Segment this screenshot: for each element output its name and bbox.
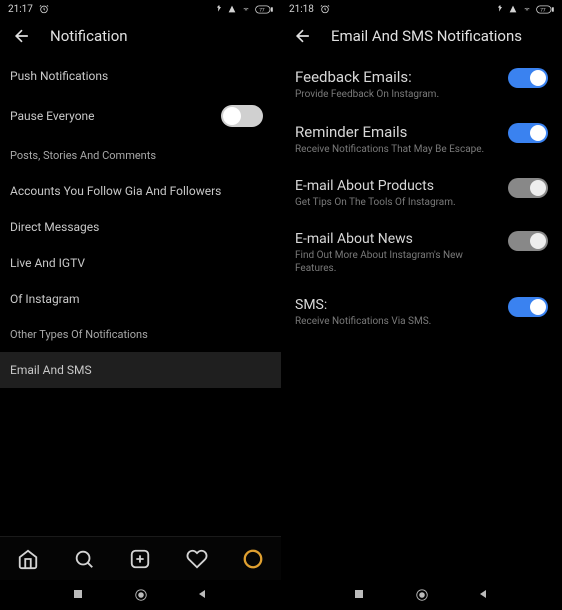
activity-icon[interactable]: [186, 548, 208, 570]
app-bottom-nav: [0, 536, 281, 580]
menu-pause-everyone[interactable]: Pause Everyone: [0, 94, 281, 138]
back-button[interactable]: [12, 26, 32, 46]
setting-desc: Receive Notifications Via SMS.: [295, 315, 498, 328]
email-products-toggle[interactable]: [508, 178, 548, 198]
status-time: 21:17: [8, 4, 33, 15]
status-icons: 77: [216, 5, 273, 14]
app-header: Notification: [0, 18, 281, 58]
email-news-toggle[interactable]: [508, 231, 548, 251]
menu-push-notifications[interactable]: Push Notifications: [0, 58, 281, 94]
setting-title: Feedback Emails:: [295, 68, 498, 86]
setting-feedback-emails: Feedback Emails: Provide Feedback On Ins…: [281, 58, 562, 113]
status-time: 21:18: [289, 4, 314, 15]
menu-email-sms[interactable]: Email And SMS: [0, 352, 281, 388]
alarm-icon: [39, 4, 49, 14]
menu-posts-stories[interactable]: Posts, Stories And Comments: [0, 138, 281, 173]
pause-label: Pause Everyone: [10, 109, 95, 123]
sys-recent-button[interactable]: [72, 588, 86, 602]
pause-toggle[interactable]: [221, 105, 263, 127]
menu-direct-messages[interactable]: Direct Messages: [0, 209, 281, 245]
screen-notification-settings: 21:17 77 Notification Push Notifications…: [0, 0, 281, 610]
svg-text:77: 77: [259, 7, 265, 13]
sys-recent-button[interactable]: [353, 588, 367, 602]
email-sms-settings-list: Feedback Emails: Provide Feedback On Ins…: [281, 58, 562, 580]
search-icon[interactable]: [73, 548, 95, 570]
setting-title: Reminder Emails: [295, 123, 498, 141]
menu-of-instagram[interactable]: Of Instagram: [0, 281, 281, 317]
page-title: Email And SMS Notifications: [331, 27, 522, 45]
setting-desc: Get Tips On The Tools Of Instagram.: [295, 196, 498, 209]
sms-toggle[interactable]: [508, 297, 548, 317]
status-icons: 77: [497, 5, 554, 14]
setting-email-products: E-mail About Products Get Tips On The To…: [281, 168, 562, 221]
sys-back-button[interactable]: [196, 588, 210, 602]
menu-other-types[interactable]: Other Types Of Notifications: [0, 317, 281, 352]
app-header: Email And SMS Notifications: [281, 18, 562, 58]
setting-desc: Receive Notifications That May Be Escape…: [295, 143, 498, 156]
add-post-icon[interactable]: [129, 548, 151, 570]
sys-home-button[interactable]: [134, 588, 148, 602]
setting-email-news: E-mail About News Find Out More About In…: [281, 221, 562, 287]
reminder-emails-toggle[interactable]: [508, 123, 548, 143]
feedback-emails-toggle[interactable]: [508, 68, 548, 88]
setting-desc: Provide Feedback On Instagram.: [295, 88, 498, 101]
setting-title: SMS:: [295, 297, 498, 313]
home-icon[interactable]: [17, 548, 39, 570]
screen-email-sms-notifications: 21:18 77 Email And SMS Notifications Fee…: [281, 0, 562, 610]
setting-desc: Find Out More About Instagram's New Feat…: [295, 249, 498, 275]
setting-sms: SMS: Receive Notifications Via SMS.: [281, 287, 562, 340]
setting-reminder-emails: Reminder Emails Receive Notifications Th…: [281, 113, 562, 168]
settings-list: Push Notifications Pause Everyone Posts,…: [0, 58, 281, 536]
alarm-icon: [320, 4, 330, 14]
svg-text:77: 77: [540, 7, 546, 13]
sys-back-button[interactable]: [477, 588, 491, 602]
sys-home-button[interactable]: [415, 588, 429, 602]
back-button[interactable]: [293, 26, 313, 46]
menu-live-igtv[interactable]: Live And IGTV: [0, 245, 281, 281]
system-nav-bar: [281, 580, 562, 610]
profile-icon[interactable]: [242, 548, 264, 570]
status-bar: 21:18 77: [281, 0, 562, 18]
system-nav-bar: [0, 580, 281, 610]
setting-title: E-mail About News: [295, 231, 498, 247]
page-title: Notification: [50, 27, 128, 45]
menu-accounts-followers[interactable]: Accounts You Follow Gia And Followers: [0, 173, 281, 209]
setting-title: E-mail About Products: [295, 178, 498, 194]
status-bar: 21:17 77: [0, 0, 281, 18]
